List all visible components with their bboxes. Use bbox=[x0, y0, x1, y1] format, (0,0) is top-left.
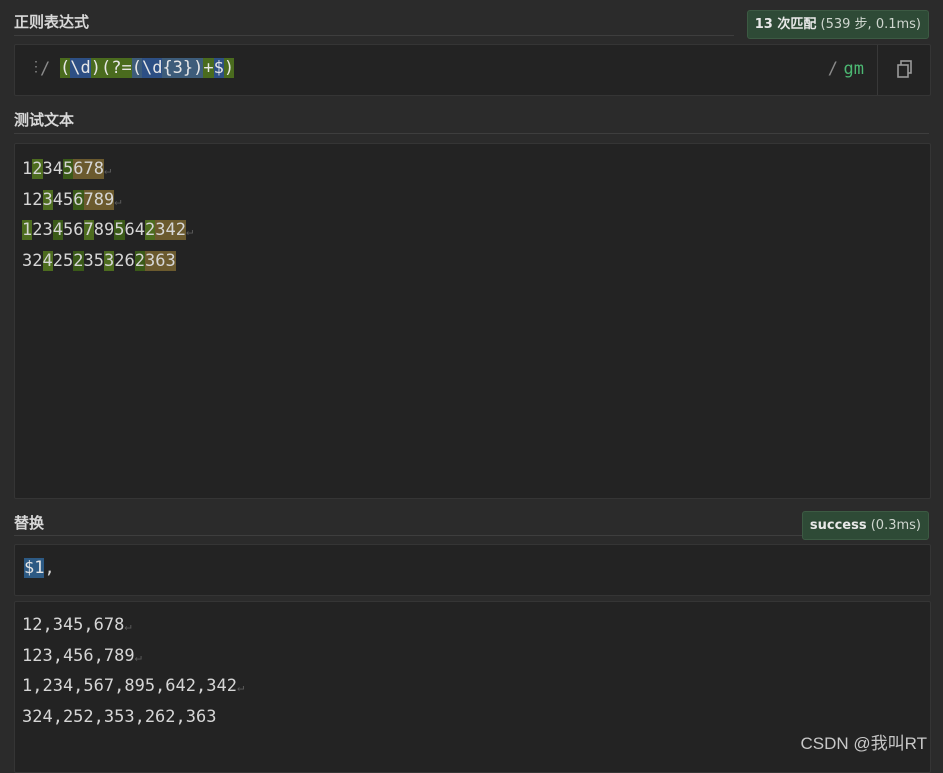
regex-input-bar[interactable]: ⋮ / (\d)(?=(\d{3})+$) / gm bbox=[14, 44, 931, 96]
text-segment: 3 bbox=[83, 250, 94, 271]
replacement-literal: , bbox=[44, 558, 55, 578]
match-highlight: 4 bbox=[52, 220, 63, 240]
text-segment: 9 bbox=[104, 220, 115, 240]
text-segment: 4 bbox=[134, 220, 145, 240]
regex-token: ) bbox=[90, 58, 101, 78]
text-segment: 3 bbox=[42, 159, 53, 179]
line-break-icon: ↵ bbox=[124, 619, 132, 633]
text-segment: 1 bbox=[22, 159, 33, 179]
test-title-divider bbox=[14, 133, 929, 134]
text-segment: 4 bbox=[52, 189, 63, 210]
line-break-icon: ↵ bbox=[185, 224, 194, 238]
test-text-line: 12345678↵ bbox=[22, 154, 193, 185]
replacement-group-token: $1 bbox=[24, 558, 45, 578]
regex-token: ) bbox=[193, 58, 204, 78]
text-segment: 2 bbox=[32, 250, 43, 271]
text-segment: 1 bbox=[22, 189, 33, 210]
match-highlight: 5 bbox=[114, 220, 125, 240]
result-lines: 12,345,678↵ 123,456,789↵ 1,234,567,895,6… bbox=[22, 610, 244, 732]
regex-close-slash: / bbox=[827, 59, 838, 79]
match-highlight: 789 bbox=[83, 189, 115, 210]
match-highlight: 1 bbox=[22, 220, 33, 240]
text-segment: 2 bbox=[114, 250, 125, 271]
watermark: CSDN @我叫RT bbox=[800, 734, 927, 753]
text-segment: 4 bbox=[52, 159, 63, 179]
match-highlight: 363 bbox=[145, 250, 176, 271]
match-count: 13 次匹配 bbox=[754, 17, 817, 32]
match-highlight: 3 bbox=[104, 250, 115, 271]
match-highlight: 678 bbox=[73, 159, 104, 179]
replace-section-title: 替换 bbox=[14, 514, 45, 532]
line-break-icon: ↵ bbox=[103, 163, 112, 177]
text-segment: 2 bbox=[52, 250, 63, 271]
result-text: 12,345,678 bbox=[22, 615, 125, 635]
regex-token: + bbox=[203, 58, 214, 78]
test-text-editor[interactable]: 12345678↵ 123456789↵ 1234567895642342↵ 3242… bbox=[14, 143, 931, 499]
replace-title-divider bbox=[14, 535, 804, 536]
result-line: 324,252,353,262,363 bbox=[22, 702, 244, 733]
result-text: 123,456,789 bbox=[22, 645, 135, 666]
match-highlight: 4 bbox=[42, 250, 53, 271]
match-highlight: 3 bbox=[42, 189, 53, 210]
result-text: 1,234,567,895,642,342 bbox=[22, 676, 237, 696]
test-text-line: 123456789↵ bbox=[22, 185, 193, 216]
line-break-icon: ↵ bbox=[236, 680, 245, 694]
regex-pattern[interactable]: (\d)(?=(\d{3})+$) bbox=[60, 58, 235, 78]
regex-flags[interactable]: gm bbox=[844, 59, 864, 79]
text-segment: 5 bbox=[63, 250, 74, 271]
match-highlight: 342 bbox=[155, 220, 186, 240]
replace-status-badge: success (0.3ms) bbox=[801, 511, 929, 540]
regex-token: $ bbox=[213, 58, 224, 78]
text-segment: 6 bbox=[73, 220, 84, 240]
match-highlight: 6 bbox=[73, 189, 84, 210]
text-segment: 6 bbox=[124, 250, 135, 271]
result-text: 324,252,353,262,363 bbox=[22, 706, 217, 727]
copy-divider bbox=[877, 45, 878, 95]
test-text-line: 1234567895642342↵ bbox=[22, 215, 193, 246]
regex-token: \d bbox=[141, 58, 163, 78]
match-highlight: 2 bbox=[134, 250, 145, 271]
test-section-title: 测试文本 bbox=[14, 111, 75, 129]
match-highlight: 2 bbox=[145, 220, 156, 240]
text-segment: 2 bbox=[32, 189, 43, 210]
text-segment: 3 bbox=[42, 220, 53, 240]
line-break-icon: ↵ bbox=[134, 649, 142, 664]
match-count-badge: 13 次匹配 (539 步, 0.1ms) bbox=[746, 10, 929, 39]
regex-section-title: 正则表达式 bbox=[14, 13, 90, 31]
regex-open-slash: / bbox=[40, 59, 51, 79]
replace-status: success bbox=[809, 518, 867, 533]
test-text-lines: 12345678↵ 123456789↵ 1234567895642342↵ 3242… bbox=[22, 154, 193, 276]
copy-icon[interactable] bbox=[896, 59, 914, 79]
replace-status-meta: (0.3ms) bbox=[870, 518, 921, 533]
result-line: 12,345,678↵ bbox=[22, 610, 244, 641]
result-line: 123,456,789↵ bbox=[22, 641, 244, 672]
text-segment: 5 bbox=[63, 189, 74, 210]
replace-result-output: 12,345,678↵ 123,456,789↵ 1,234,567,895,6… bbox=[14, 601, 931, 773]
match-highlight: 5 bbox=[63, 159, 74, 179]
match-highlight: 2 bbox=[32, 159, 43, 179]
regex-token: \d bbox=[70, 58, 91, 78]
regex-token: ( bbox=[131, 58, 142, 78]
match-highlight: 7 bbox=[83, 220, 94, 240]
text-segment: 8 bbox=[93, 220, 104, 240]
match-meta: (539 步, 0.1ms) bbox=[820, 17, 921, 32]
test-text-line: 324252353262363 bbox=[22, 246, 193, 277]
text-segment: 2 bbox=[32, 220, 43, 240]
regex-token: (?= bbox=[100, 58, 132, 78]
line-break-icon: ↵ bbox=[114, 193, 122, 208]
match-highlight: 2 bbox=[73, 250, 84, 271]
text-segment: 3 bbox=[22, 250, 33, 271]
replacement-expression: $1, bbox=[24, 558, 55, 578]
text-segment: 5 bbox=[93, 250, 104, 271]
regex-token: ) bbox=[223, 58, 235, 78]
replacement-input[interactable]: $1, bbox=[14, 544, 931, 596]
regex-title-divider bbox=[14, 35, 734, 36]
text-segment: 5 bbox=[63, 220, 74, 240]
regex-token: ( bbox=[60, 58, 71, 78]
regex-token: {3} bbox=[162, 58, 194, 78]
result-line: 1,234,567,895,642,342↵ bbox=[22, 671, 244, 702]
text-segment: 6 bbox=[124, 220, 135, 240]
